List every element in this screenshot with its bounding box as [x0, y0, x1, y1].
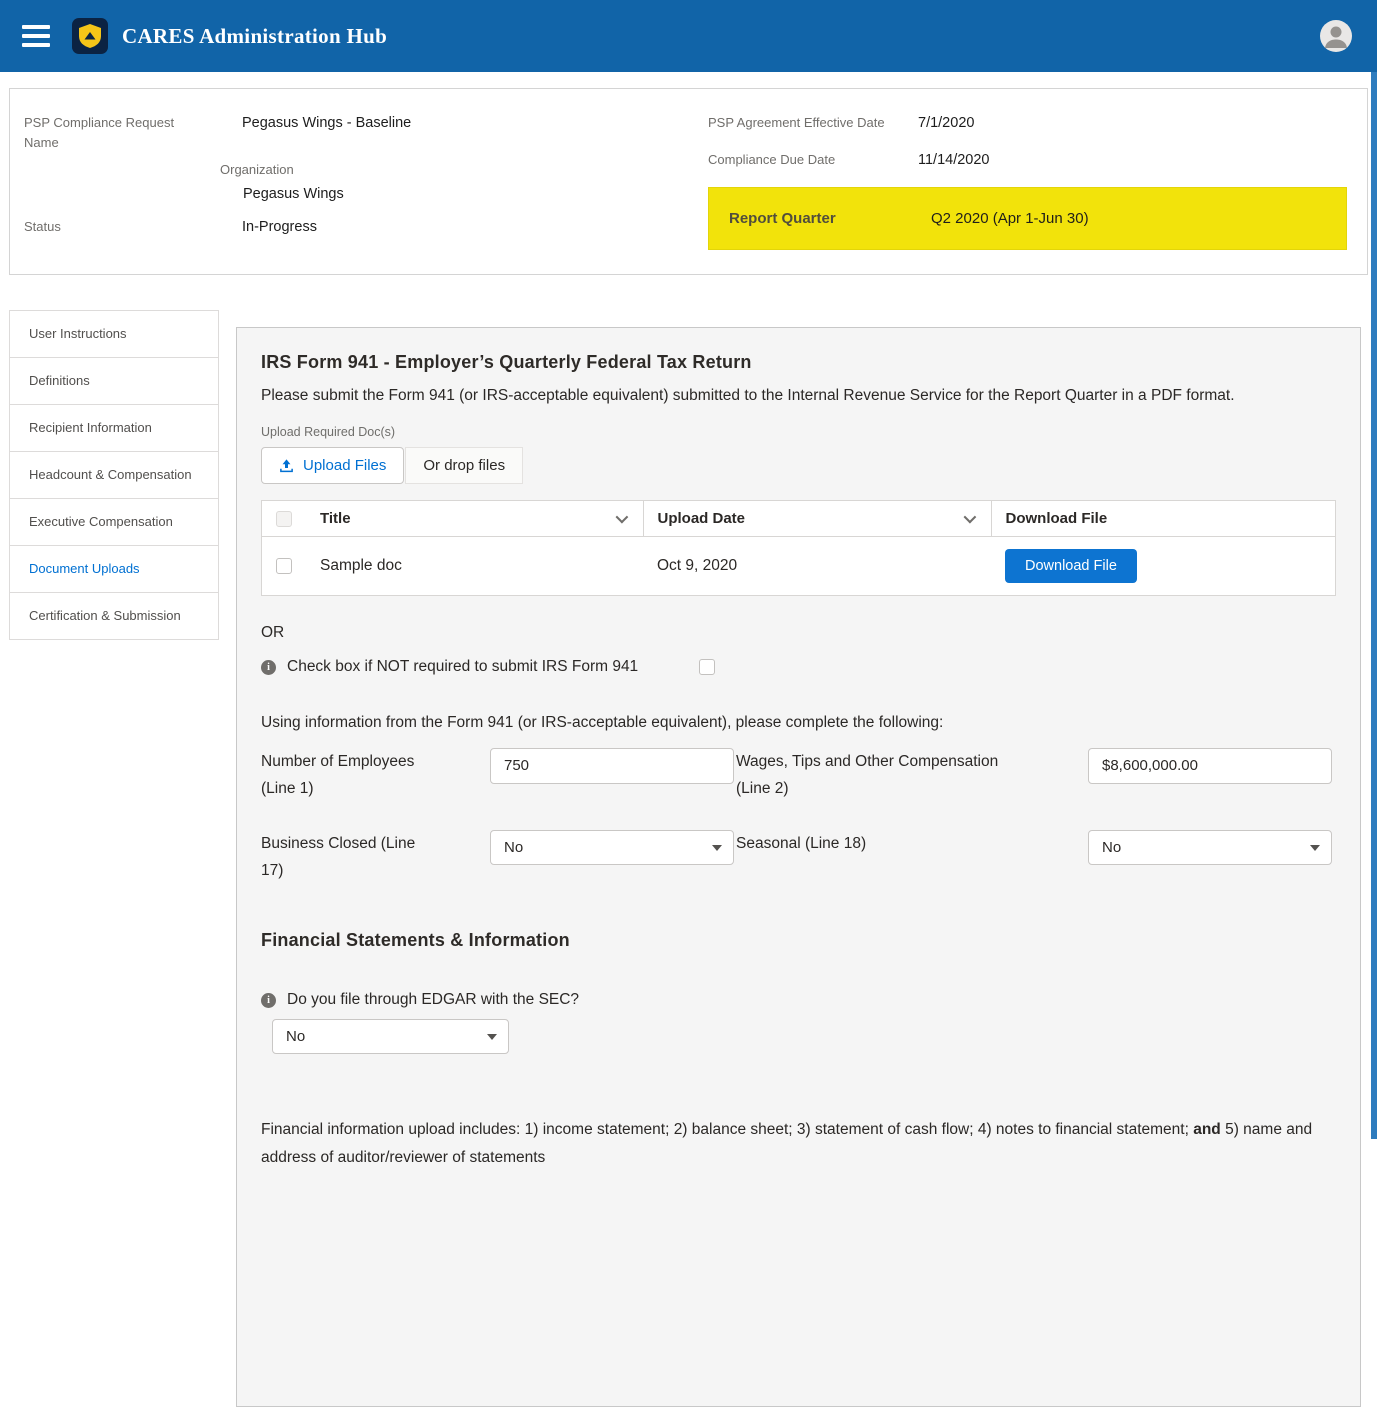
status-field: Status In-Progress — [24, 217, 708, 239]
column-header-download-file: Download File — [991, 501, 1336, 537]
edgar-select[interactable]: No — [272, 1019, 509, 1054]
request-name-field: PSP Compliance Request Name Pegasus Wing… — [24, 113, 708, 152]
organization-field: Organization Pegasus Wings — [220, 160, 708, 205]
wages-label: Wages, Tips and Other Compensation (Line… — [736, 748, 1036, 802]
business-closed-select[interactable]: No — [490, 830, 734, 865]
status-value: In-Progress — [242, 217, 317, 239]
upload-icon — [279, 458, 294, 473]
app-logo-icon — [72, 18, 108, 54]
user-avatar-icon[interactable] — [1319, 19, 1353, 53]
download-file-button[interactable]: Download File — [1005, 549, 1137, 583]
financial-upload-note: Financial information upload includes: 1… — [261, 1116, 1336, 1172]
business-closed-label: Business Closed (Line 17) — [261, 830, 436, 884]
wages-input[interactable] — [1088, 748, 1332, 784]
request-name-label: PSP Compliance Request Name — [24, 113, 242, 152]
doc-date-cell: Oct 9, 2020 — [643, 537, 991, 596]
doc-title-cell: Sample doc — [306, 537, 643, 596]
sidebar-item-recipient-information[interactable]: Recipient Information — [9, 404, 219, 452]
seasonal-select[interactable]: No — [1088, 830, 1332, 865]
form941-description: Please submit the Form 941 (or IRS-accep… — [261, 382, 1336, 410]
sidebar-item-executive-compensation[interactable]: Executive Compensation — [9, 498, 219, 546]
column-header-upload-date[interactable]: Upload Date — [643, 501, 991, 537]
sidebar-item-headcount-compensation[interactable]: Headcount & Compensation — [9, 451, 219, 499]
due-date-field: Compliance Due Date 11/14/2020 — [708, 150, 1347, 172]
edgar-question-label: Do you file through EDGAR with the SEC? — [287, 991, 579, 1009]
dropdown-arrow-icon — [1310, 845, 1320, 851]
due-date-label: Compliance Due Date — [708, 150, 918, 170]
due-date-value: 11/14/2020 — [918, 150, 990, 172]
report-quarter-label: Report Quarter — [729, 210, 931, 227]
table-header-row: Title Upload Date Download File — [262, 501, 1336, 537]
request-name-value: Pegasus Wings - Baseline — [242, 113, 411, 135]
seasonal-label: Seasonal (Line 18) — [736, 830, 1036, 857]
effective-date-field: PSP Agreement Effective Date 7/1/2020 — [708, 113, 1347, 135]
not-required-line: i Check box if NOT required to submit IR… — [261, 658, 1336, 676]
report-quarter-highlight: Report Quarter Q2 2020 (Apr 1-Jun 30) — [708, 187, 1347, 250]
seasonal-value: No — [1102, 839, 1121, 856]
business-closed-value: No — [504, 839, 523, 856]
or-separator: OR — [261, 624, 1336, 642]
sidebar-item-user-instructions[interactable]: User Instructions — [9, 310, 219, 358]
effective-date-value: 7/1/2020 — [918, 113, 974, 135]
sidebar-item-document-uploads[interactable]: Document Uploads — [9, 545, 219, 593]
organization-value: Pegasus Wings — [243, 184, 708, 206]
compliance-summary-card: PSP Compliance Request Name Pegasus Wing… — [9, 88, 1368, 275]
select-all-checkbox[interactable] — [276, 511, 292, 527]
upload-required-label: Upload Required Doc(s) — [261, 425, 1336, 439]
drop-files-zone[interactable]: Or drop files — [405, 447, 523, 484]
chevron-down-icon[interactable] — [615, 511, 628, 524]
dropdown-arrow-icon — [487, 1034, 497, 1040]
organization-label: Organization — [220, 160, 708, 180]
employees-wages-row: Number of Employees (Line 1) Wages, Tips… — [261, 748, 1336, 802]
sidebar-item-definitions[interactable]: Definitions — [9, 357, 219, 405]
not-required-label: Check box if NOT required to submit IRS … — [287, 658, 638, 676]
row-checkbox[interactable] — [276, 558, 292, 574]
info-icon[interactable]: i — [261, 993, 276, 1008]
upload-files-button[interactable]: Upload Files — [261, 447, 404, 484]
closed-seasonal-row: Business Closed (Line 17) No Seasonal (L… — [261, 830, 1336, 884]
dropdown-arrow-icon — [712, 845, 722, 851]
form941-section-title: IRS Form 941 - Employer’s Quarterly Fede… — [261, 352, 1336, 373]
section-nav: User Instructions Definitions Recipient … — [9, 310, 219, 640]
upload-date-header-label: Upload Date — [658, 510, 746, 527]
note-text-bold: and — [1193, 1121, 1221, 1138]
upload-files-label: Upload Files — [303, 457, 386, 474]
complete-instruction: Using information from the Form 941 (or … — [261, 714, 1336, 732]
effective-date-label: PSP Agreement Effective Date — [708, 113, 918, 133]
edgar-value: No — [286, 1028, 305, 1045]
edgar-question-line: i Do you file through EDGAR with the SEC… — [261, 991, 1336, 1009]
document-uploads-panel: IRS Form 941 - Employer’s Quarterly Fede… — [236, 327, 1361, 1407]
note-text-start: Financial information upload includes: 1… — [261, 1121, 1193, 1138]
employees-input[interactable] — [490, 748, 734, 784]
column-header-title[interactable]: Title — [306, 501, 643, 537]
sidebar-item-certification-submission[interactable]: Certification & Submission — [9, 592, 219, 640]
financial-section-title: Financial Statements & Information — [261, 930, 1336, 951]
chevron-down-icon[interactable] — [963, 511, 976, 524]
employees-label: Number of Employees (Line 1) — [261, 748, 436, 802]
not-required-checkbox[interactable] — [699, 659, 715, 675]
app-title: CARES Administration Hub — [122, 24, 387, 49]
table-row: Sample doc Oct 9, 2020 Download File — [262, 537, 1336, 596]
app-header: CARES Administration Hub — [0, 0, 1377, 72]
uploaded-docs-table: Title Upload Date Download File Sample d… — [261, 500, 1336, 596]
report-quarter-value: Q2 2020 (Apr 1-Jun 30) — [931, 210, 1089, 227]
status-label: Status — [24, 217, 242, 237]
title-header-label: Title — [320, 510, 351, 527]
menu-icon[interactable] — [22, 25, 50, 47]
vertical-scrollbar[interactable] — [1371, 72, 1377, 1139]
info-icon[interactable]: i — [261, 660, 276, 675]
